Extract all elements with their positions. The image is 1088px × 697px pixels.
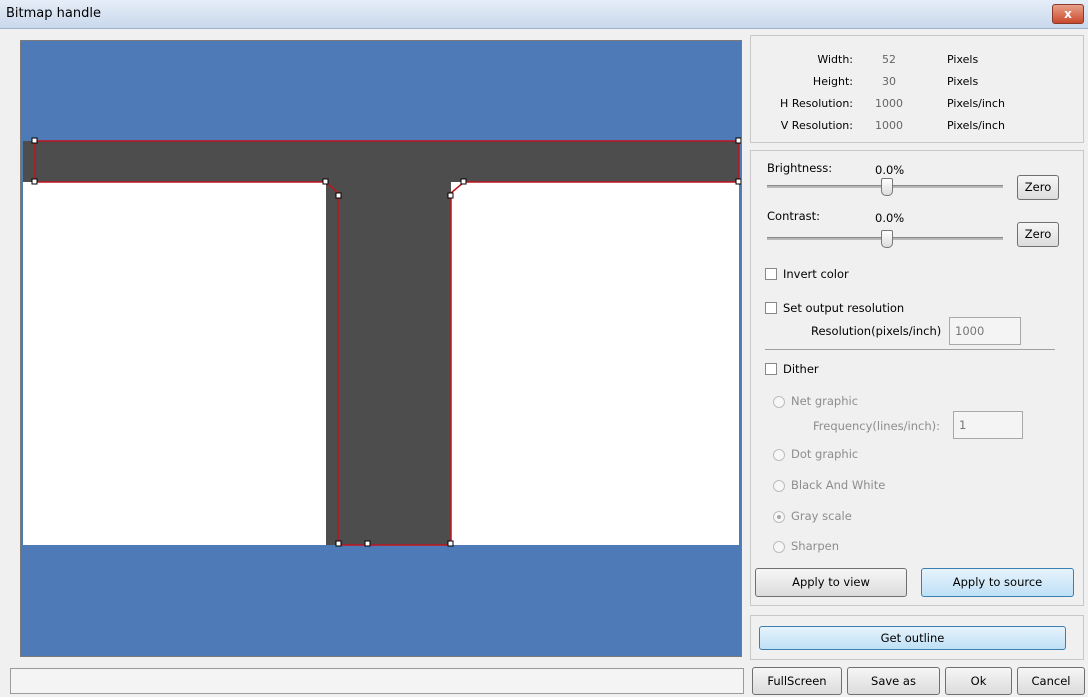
adjustment-panel: Brightness: 0.0% Zero Contrast: 0.0% Zer… xyxy=(750,150,1084,606)
info-unit: Pixels/inch xyxy=(947,97,1005,110)
info-label: Width: xyxy=(817,53,853,66)
apply-to-view-button[interactable]: Apply to view xyxy=(755,568,907,597)
black-and-white-label: Black And White xyxy=(791,478,886,492)
t-shape-stem xyxy=(326,141,451,545)
title-bar: Bitmap handle x xyxy=(0,0,1088,29)
info-row-h-resolution: H Resolution: 1000 Pixels/inch xyxy=(751,97,1085,115)
info-value: 52 xyxy=(882,53,896,66)
brightness-slider-thumb[interactable] xyxy=(881,178,893,196)
frequency-input[interactable] xyxy=(953,411,1023,439)
sharpen-label: Sharpen xyxy=(791,539,840,553)
set-output-resolution-label: Set output resolution xyxy=(783,301,905,315)
bitmap-preview-svg xyxy=(21,41,741,656)
outline-handle[interactable] xyxy=(31,137,38,144)
black-and-white-radio[interactable] xyxy=(773,480,785,492)
dither-checkbox[interactable] xyxy=(765,363,777,375)
outline-handle[interactable] xyxy=(335,192,342,199)
resolution-label: Resolution(pixels/inch) xyxy=(811,324,942,338)
info-row-height: Height: 30 Pixels xyxy=(751,75,1085,93)
fullscreen-button[interactable]: FullScreen xyxy=(752,667,842,695)
close-icon: x xyxy=(1064,7,1072,21)
outline-handle[interactable] xyxy=(447,192,454,199)
save-as-button[interactable]: Save as xyxy=(847,667,940,695)
info-label: Height: xyxy=(812,75,853,88)
get-outline-button[interactable]: Get outline xyxy=(759,626,1066,650)
cancel-button[interactable]: Cancel xyxy=(1017,667,1085,695)
invert-color-checkbox[interactable] xyxy=(765,268,777,280)
outline-handle[interactable] xyxy=(322,178,329,185)
info-unit: Pixels xyxy=(947,53,979,66)
gray-scale-label: Gray scale xyxy=(791,509,852,523)
outline-panel: Get outline xyxy=(750,615,1084,660)
gray-scale-radio[interactable] xyxy=(773,511,785,523)
info-label: V Resolution: xyxy=(780,119,853,132)
image-info-panel: Width: 52 Pixels Height: 30 Pixels H Res… xyxy=(750,35,1084,143)
invert-color-label: Invert color xyxy=(783,267,849,281)
bitmap-preview-canvas[interactable] xyxy=(20,40,742,657)
info-value: 1000 xyxy=(875,119,903,132)
frequency-label: Frequency(lines/inch): xyxy=(813,419,940,433)
info-row-v-resolution: V Resolution: 1000 Pixels/inch xyxy=(751,119,1085,137)
info-value: 1000 xyxy=(875,97,903,110)
outline-handle[interactable] xyxy=(364,540,371,547)
outline-handle[interactable] xyxy=(735,137,741,144)
sharpen-radio[interactable] xyxy=(773,541,785,553)
net-graphic-label: Net graphic xyxy=(791,394,859,408)
contrast-zero-button[interactable]: Zero xyxy=(1017,222,1059,247)
info-unit: Pixels/inch xyxy=(947,119,1005,132)
brightness-label: Brightness: xyxy=(767,161,833,175)
dot-graphic-radio[interactable] xyxy=(773,449,785,461)
close-button[interactable]: x xyxy=(1052,4,1084,24)
resolution-input[interactable] xyxy=(949,317,1021,345)
contrast-slider-thumb[interactable] xyxy=(881,230,893,248)
brightness-value: 0.0% xyxy=(875,163,905,177)
ok-button[interactable]: Ok xyxy=(945,667,1012,695)
contrast-label: Contrast: xyxy=(767,209,821,223)
separator xyxy=(765,349,1055,350)
outline-handle[interactable] xyxy=(335,540,342,547)
info-label: H Resolution: xyxy=(780,97,853,110)
window-title: Bitmap handle xyxy=(6,6,101,21)
outline-handle[interactable] xyxy=(31,178,38,185)
dither-label: Dither xyxy=(783,362,819,376)
outline-handle[interactable] xyxy=(460,178,467,185)
net-graphic-radio[interactable] xyxy=(773,396,785,408)
brightness-zero-button[interactable]: Zero xyxy=(1017,175,1059,200)
status-bar xyxy=(10,668,744,694)
info-unit: Pixels xyxy=(947,75,979,88)
info-row-width: Width: 52 Pixels xyxy=(751,53,1085,71)
outline-handle[interactable] xyxy=(735,178,741,185)
apply-to-source-button[interactable]: Apply to source xyxy=(921,568,1074,597)
outline-handle[interactable] xyxy=(447,540,454,547)
set-output-resolution-checkbox[interactable] xyxy=(765,302,777,314)
contrast-value: 0.0% xyxy=(875,211,905,225)
info-value: 30 xyxy=(882,75,896,88)
dot-graphic-label: Dot graphic xyxy=(791,447,859,461)
